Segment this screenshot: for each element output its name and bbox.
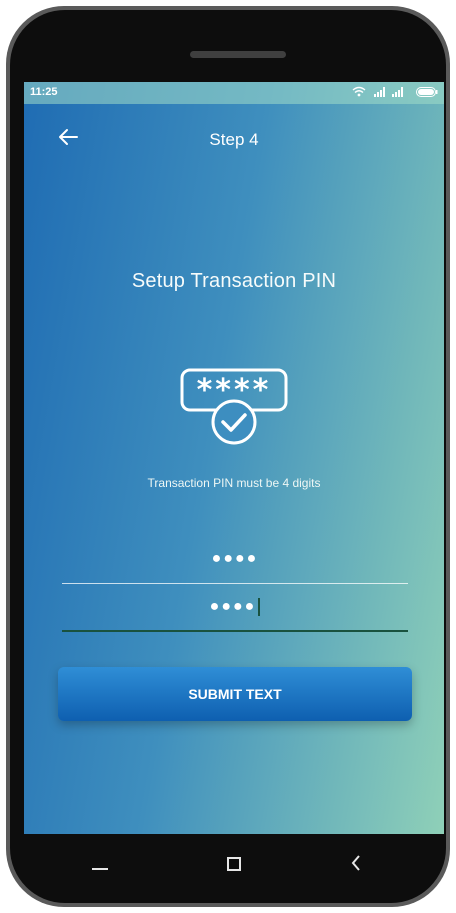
step-label: Step 4 [209, 130, 259, 149]
confirm-pin-input-underline [62, 630, 408, 632]
system-nav-bar [24, 834, 420, 894]
status-icons [352, 86, 438, 97]
nav-recents-icon [92, 868, 108, 870]
status-bar: 11:25 [24, 82, 444, 104]
battery-icon [416, 86, 438, 97]
signal-icon [374, 86, 403, 97]
speaker-grille [190, 51, 286, 58]
pin-check-icon: **** [180, 368, 288, 445]
pin-hint-text: Transaction PIN must be 4 digits [147, 476, 321, 490]
submit-button[interactable]: SUBMIT TEXT [58, 667, 412, 721]
nav-recents-button[interactable] [80, 850, 120, 880]
nav-back-icon [351, 855, 360, 871]
header: Step 4 [24, 122, 444, 158]
confirm-pin-input-value: ●●●● [209, 598, 257, 616]
app-screen: 11:25 Step 4 Setup Transaction PIN **** … [24, 82, 444, 834]
confirm-pin-input[interactable]: ●●●● [62, 592, 408, 632]
status-time: 11:25 [30, 86, 58, 98]
pin-input-underline [62, 583, 408, 584]
page-title: Setup Transaction PIN [131, 270, 337, 292]
confirm-pin-input-wrap: ●●●● [62, 598, 408, 616]
nav-home-icon [227, 857, 241, 871]
text-cursor [258, 598, 261, 616]
nav-back-button[interactable] [336, 850, 376, 880]
pin-input-value: ●●●● [211, 550, 259, 567]
wifi-icon [352, 86, 366, 97]
nav-home-button[interactable] [214, 850, 254, 880]
pin-input[interactable]: ●●●● [62, 544, 408, 584]
